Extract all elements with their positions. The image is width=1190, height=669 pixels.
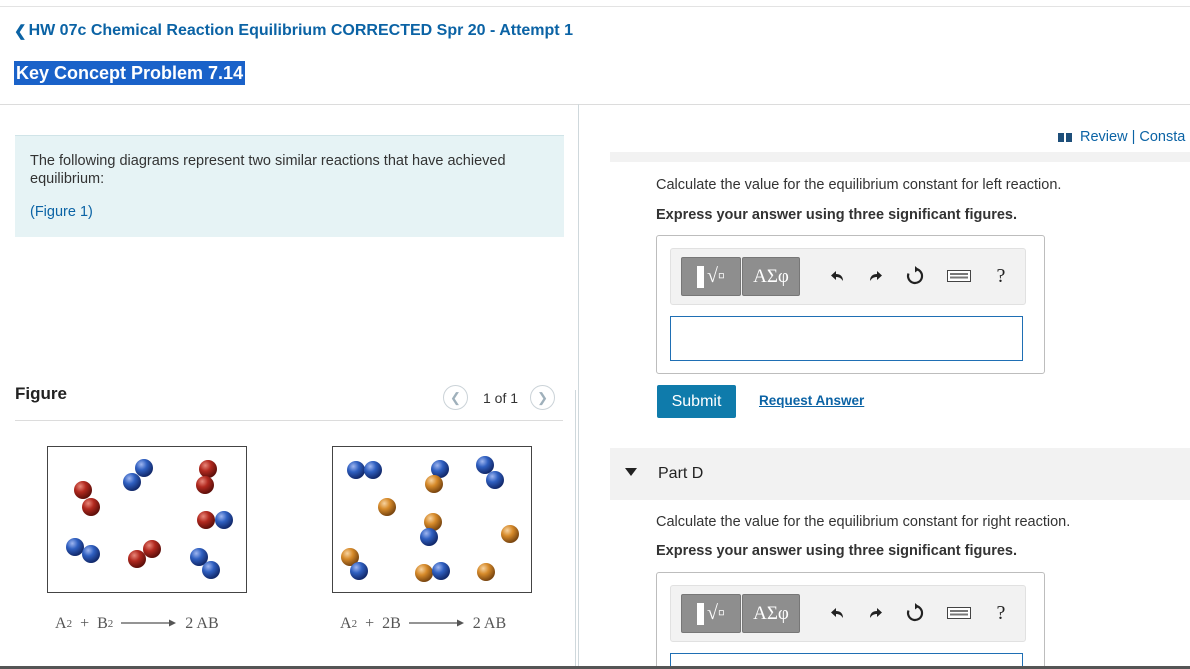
left-molecules-image [66, 459, 233, 579]
redo-icon[interactable] [863, 264, 887, 288]
chevron-left-icon: ❮ [14, 23, 27, 40]
back-to-assignment-link[interactable]: ❮ HW 07c Chemical Reaction Equilibrium C… [14, 22, 573, 40]
undo-icon[interactable] [826, 264, 850, 288]
left-eq-b-subscript: 2 [107, 618, 114, 630]
keyboard-icon[interactable] [944, 601, 974, 625]
next-figure-button[interactable]: ❯ [530, 385, 556, 410]
help-button[interactable]: ? [989, 264, 1013, 288]
template-box-icon [696, 265, 704, 288]
right-molecules-image [341, 456, 519, 582]
reaction-arrow-icon [121, 615, 177, 633]
caret-down-icon[interactable] [625, 468, 637, 476]
part-c-instruction: Express your answer using three signific… [656, 207, 1017, 223]
part-c-header-band [610, 152, 1190, 162]
left-eq-product: 2 AB [185, 615, 219, 632]
part-d-instruction: Express your answer using three signific… [656, 543, 1017, 559]
review-constants-label: Review | Consta [1080, 129, 1186, 145]
greek-symbols-button[interactable]: ΑΣφ [742, 594, 800, 633]
assignment-title: HW 07c Chemical Reaction Equilibrium COR… [28, 22, 573, 39]
review-constants-link[interactable]: Review | Consta [1058, 129, 1185, 145]
left-reaction-diagram [47, 446, 247, 593]
part-c-answer-panel: √▫ ΑΣφ ? [656, 235, 1045, 374]
intro-panel: The following diagrams represent two sim… [15, 135, 564, 237]
part-d-toolbar: √▫ ΑΣφ ? [670, 585, 1026, 642]
left-equation: A2 + B2 2 AB [55, 615, 219, 633]
submit-button[interactable]: Submit [657, 385, 736, 418]
figure-divider [15, 420, 563, 421]
figure-pager: ❮ 1 of 1 ❯ [443, 385, 556, 410]
top-border [0, 6, 1190, 7]
left-eq-reactant-a: A [55, 615, 67, 632]
prev-figure-button[interactable]: ❮ [443, 385, 468, 410]
undo-icon[interactable] [826, 601, 850, 625]
left-eq-reactant-b: B [97, 615, 108, 632]
right-reaction-diagram [332, 446, 532, 593]
problem-title: Key Concept Problem 7.14 [14, 61, 246, 85]
part-c-question: Calculate the value for the equilibrium … [656, 177, 1062, 193]
header-divider [0, 104, 1190, 105]
right-eq-reactant-a: A [340, 615, 352, 632]
templates-button[interactable]: √▫ [681, 594, 741, 633]
left-eq-a-subscript: 2 [66, 618, 73, 630]
template-box-icon [696, 602, 704, 625]
templates-button[interactable]: √▫ [681, 257, 741, 296]
part-c-answer-input[interactable] [670, 316, 1023, 361]
left-eq-plus: + [80, 615, 90, 632]
figure-link[interactable]: (Figure 1) [30, 204, 549, 220]
sqrt-icon: √▫ [706, 602, 726, 624]
part-d-question: Calculate the value for the equilibrium … [656, 514, 1071, 530]
part-c-toolbar: √▫ ΑΣφ ? [670, 248, 1026, 305]
greek-symbols-button[interactable]: ΑΣφ [742, 257, 800, 296]
sqrt-icon: √▫ [706, 265, 726, 287]
column-divider-secondary [575, 390, 576, 669]
intro-text: The following diagrams represent two sim… [30, 153, 506, 187]
reset-icon[interactable] [903, 601, 927, 625]
part-d-answer-panel: √▫ ΑΣφ ? [656, 572, 1045, 669]
figure-page-indicator: 1 of 1 [483, 389, 519, 406]
redo-icon[interactable] [863, 601, 887, 625]
column-divider [578, 104, 579, 669]
reaction-arrow-icon [408, 615, 465, 633]
help-button[interactable]: ? [989, 601, 1013, 625]
keyboard-icon[interactable] [944, 264, 974, 288]
right-eq-a-subscript: 2 [351, 618, 358, 630]
right-eq-product: 2 AB [472, 615, 507, 632]
figure-label: Figure [15, 384, 67, 403]
right-equation: A2 + 2B 2 AB [340, 615, 506, 633]
request-answer-link[interactable]: Request Answer [759, 393, 864, 408]
reset-icon[interactable] [903, 264, 927, 288]
book-icon [1058, 132, 1072, 142]
right-eq-reactant-b: 2B [382, 615, 401, 632]
right-eq-plus: + [365, 615, 375, 632]
part-d-label[interactable]: Part D [658, 465, 703, 483]
